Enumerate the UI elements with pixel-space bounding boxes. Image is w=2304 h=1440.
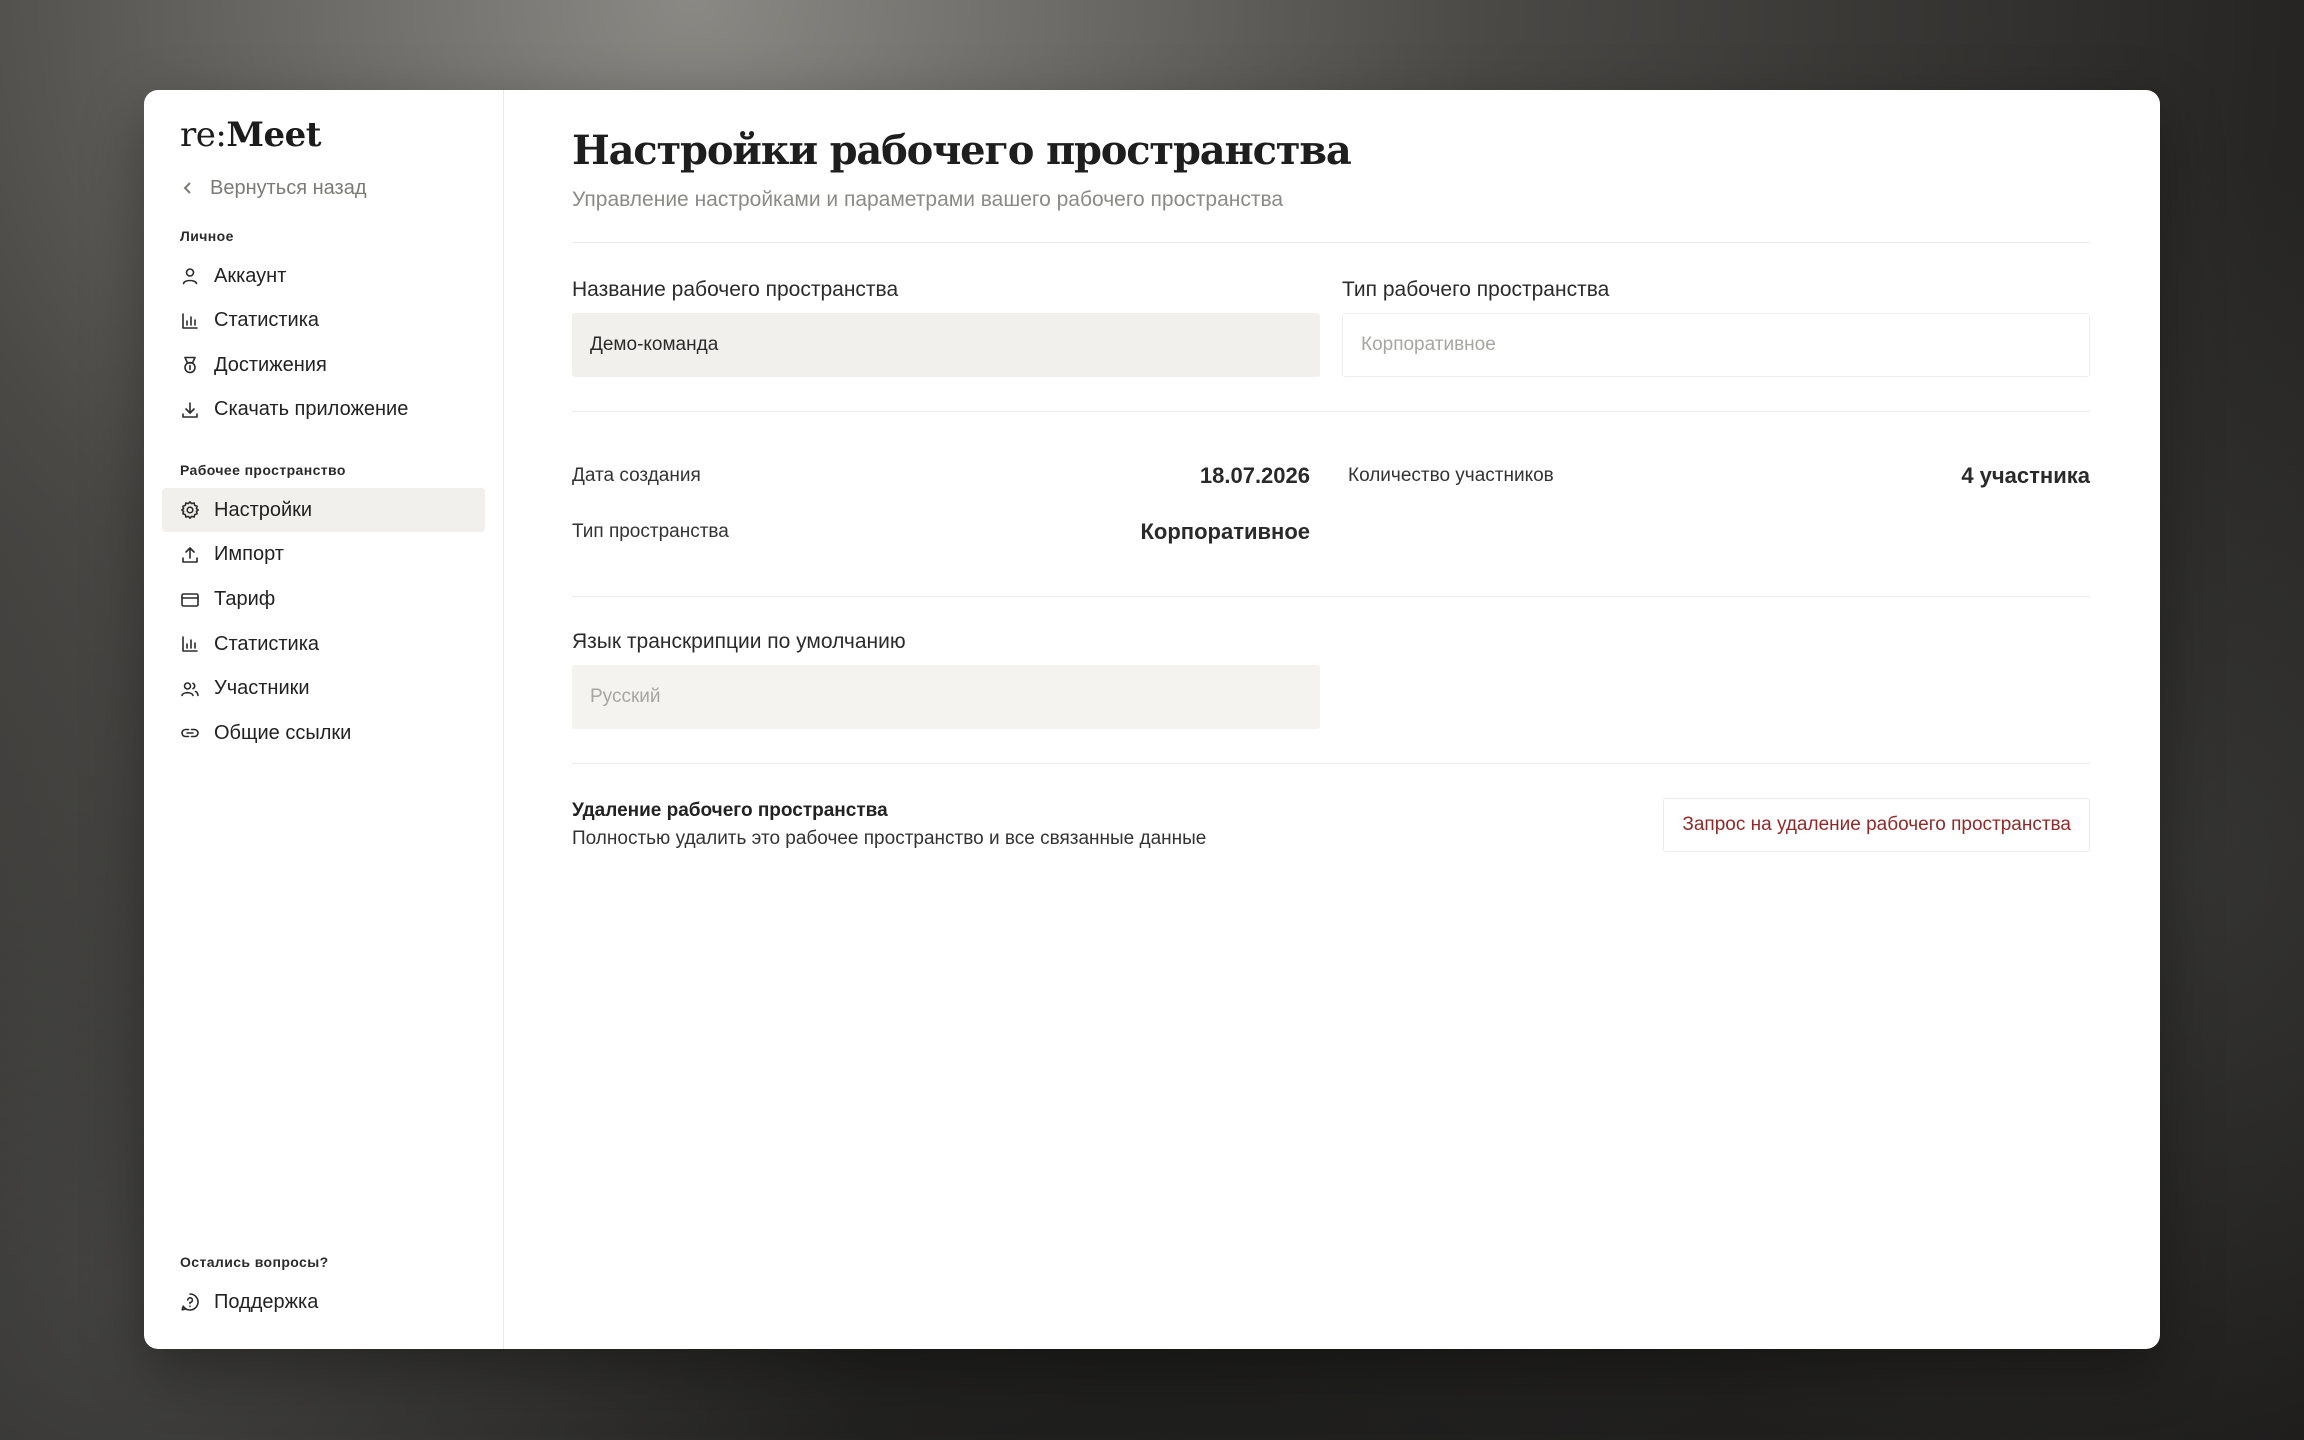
- back-link[interactable]: Вернуться назад: [162, 170, 485, 206]
- transcription-language-label: Язык транскрипции по умолчанию: [572, 630, 906, 653]
- page-title: Настройки рабочего пространства: [572, 127, 1352, 174]
- upload-icon: [180, 545, 200, 565]
- sidebar-item-label: Достижения: [214, 353, 327, 376]
- workspace-fields: Название рабочего пространства Демо-кома…: [572, 275, 2090, 377]
- workspace-name-label: Название рабочего пространства: [572, 278, 899, 301]
- sidebar-item-label: Статистика: [214, 309, 320, 332]
- sidebar-item-label: Скачать приложение: [214, 398, 409, 421]
- space-type-value: Корпоративное: [1140, 519, 1311, 544]
- workspace-type-field: Тип рабочего пространства Корпоративное: [1342, 275, 2090, 377]
- credit-card-icon: [180, 590, 200, 610]
- sidebar-item-tariff[interactable]: Тариф: [162, 578, 485, 622]
- delete-workspace-section: Удаление рабочего пространства Полностью…: [572, 798, 2090, 852]
- sidebar-item-settings[interactable]: Настройки: [162, 488, 485, 533]
- delete-workspace-title: Удаление рабочего пространства: [572, 800, 888, 821]
- user-icon: [180, 266, 200, 286]
- sidebar-item-members[interactable]: Участники: [162, 667, 485, 711]
- link-icon: [180, 723, 200, 743]
- sidebar-item-personal-stats[interactable]: Статистика: [162, 299, 485, 343]
- sidebar-item-label: Настройки: [214, 498, 313, 521]
- users-icon: [180, 679, 200, 699]
- created-date-value: 18.07.2026: [1199, 463, 1310, 488]
- medal-icon: [180, 355, 200, 375]
- sidebar-item-label: Участники: [214, 677, 310, 700]
- space-type-label: Тип пространства: [572, 521, 729, 542]
- info-column-right: Количество участников 4 участника: [1348, 448, 2090, 560]
- sidebar-item-label: Импорт: [214, 543, 284, 566]
- members-count-label: Количество участников: [1348, 465, 1554, 486]
- bar-chart-icon: [180, 634, 200, 654]
- app-logo[interactable]: re:Meet: [162, 114, 485, 156]
- sidebar-item-label: Статистика: [214, 632, 320, 655]
- sidebar-item-download-app[interactable]: Скачать приложение: [162, 388, 485, 432]
- gear-icon: [180, 500, 200, 520]
- sidebar-item-support[interactable]: Поддержка: [162, 1280, 485, 1324]
- sidebar-item-import[interactable]: Импорт: [162, 533, 485, 577]
- delete-workspace-text: Удаление рабочего пространства Полностью…: [572, 800, 1206, 850]
- logo-prefix: re:: [180, 115, 227, 155]
- download-icon: [180, 400, 200, 420]
- request-delete-workspace-button[interactable]: Запрос на удаление рабочего пространства: [1663, 798, 2090, 852]
- logo-wordmark: Meet: [226, 115, 321, 155]
- sidebar-item-achievements[interactable]: Достижения: [162, 343, 485, 387]
- bar-chart-icon: [180, 311, 200, 331]
- divider: [572, 596, 2090, 597]
- sidebar-item-label: Общие ссылки: [214, 721, 352, 744]
- workspace-name-input[interactable]: Демо-команда: [572, 313, 1320, 377]
- sidebar-item-label: Поддержка: [214, 1290, 319, 1313]
- created-date-label: Дата создания: [572, 465, 701, 486]
- sidebar-item-label: Тариф: [214, 588, 276, 611]
- help-circle-icon: [180, 1292, 200, 1312]
- workspace-type-input[interactable]: Корпоративное: [1342, 313, 2090, 377]
- delete-workspace-description: Полностью удалить это рабочее пространст…: [572, 828, 1207, 849]
- back-link-label: Вернуться назад: [210, 176, 367, 199]
- workspace-name-field: Название рабочего пространства Демо-кома…: [572, 275, 1320, 377]
- divider: [572, 763, 2090, 764]
- workspace-section-title: Рабочее пространство: [180, 462, 346, 479]
- info-column-left: Дата создания 18.07.2026 Тип пространств…: [572, 448, 1314, 560]
- sidebar-item-shared-links[interactable]: Общие ссылки: [162, 711, 485, 755]
- sidebar: re:Meet Вернуться назад Личное Аккаунт С…: [144, 90, 504, 1349]
- info-row-members: Количество участников 4 участника: [1348, 448, 2090, 504]
- sidebar-item-label: Аккаунт: [214, 264, 287, 287]
- divider: [572, 242, 2090, 243]
- members-count-value: 4 участника: [1961, 463, 2090, 488]
- info-row-space-type: Тип пространства Корпоративное: [572, 504, 1310, 560]
- transcription-language-field: Язык транскрипции по умолчанию Русский: [572, 627, 1320, 729]
- settings-window: re:Meet Вернуться назад Личное Аккаунт С…: [144, 90, 2160, 1349]
- transcription-language-select[interactable]: Русский: [572, 665, 1320, 729]
- main-content: Настройки рабочего пространства Управлен…: [504, 90, 2160, 1349]
- sidebar-item-workspace-stats[interactable]: Статистика: [162, 622, 485, 666]
- workspace-type-label: Тип рабочего пространства: [1342, 278, 1610, 301]
- help-section-title: Остались вопросы?: [180, 1254, 329, 1271]
- sidebar-item-account[interactable]: Аккаунт: [162, 254, 485, 298]
- info-row-created: Дата создания 18.07.2026: [572, 448, 1310, 504]
- sidebar-footer: Остались вопросы? Поддержка: [162, 1254, 485, 1325]
- page-subtitle: Управление настройками и параметрами ваш…: [572, 188, 1284, 211]
- personal-section-title: Личное: [180, 228, 234, 244]
- workspace-info: Дата создания 18.07.2026 Тип пространств…: [572, 412, 2090, 596]
- chevron-left-icon: [183, 182, 191, 194]
